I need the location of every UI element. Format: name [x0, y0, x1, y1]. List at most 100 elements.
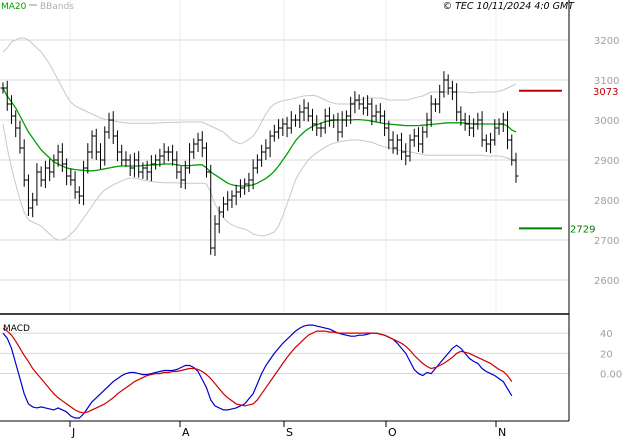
price-bar	[106, 112, 112, 139]
price-bar	[432, 98, 438, 112]
price-bar	[98, 143, 104, 170]
price-bar	[144, 160, 150, 180]
price-bar	[259, 144, 265, 167]
price-bar	[25, 174, 31, 216]
price-bar	[81, 160, 87, 206]
price-tick-label: 3000	[594, 116, 619, 127]
macd-lines	[2, 324, 513, 419]
price-bar	[386, 120, 392, 150]
price-bar	[437, 84, 443, 114]
ma20-polyline	[2, 87, 517, 187]
price-bar	[17, 120, 23, 154]
price-bar	[280, 118, 286, 136]
price-bar	[178, 166, 184, 188]
price-bar	[131, 152, 137, 178]
price-bar	[420, 126, 426, 154]
price-bar	[263, 139, 269, 160]
resistance-label: 3073	[593, 87, 618, 98]
price-bar	[89, 130, 95, 159]
price-tick-label: 2900	[594, 156, 619, 167]
price-bar	[356, 94, 362, 110]
price-axis-labels: 2600 2700 2800 2900 3000 3100 3200	[594, 36, 619, 287]
stock-chart: 3073 2729 2600 2700 2800 2900 3000 3100 3200 0.…	[0, 0, 622, 439]
price-bar	[496, 118, 502, 135]
price-bar	[161, 143, 167, 164]
price-bar	[208, 164, 214, 255]
month-label: A	[182, 426, 190, 439]
macd-gridlines	[0, 332, 569, 375]
source-timestamp: © TEC 10/11/2024 4:0 GMT	[443, 1, 576, 12]
macd-tick-label: 0.00	[600, 370, 622, 381]
price-bar	[411, 128, 417, 147]
price-bar	[390, 131, 396, 154]
price-bar	[373, 104, 379, 122]
price-bar	[394, 134, 400, 155]
price-bar	[114, 130, 120, 162]
month-label: S	[286, 426, 293, 439]
price-bar	[318, 122, 324, 138]
price-bar	[229, 190, 235, 208]
price-bar	[195, 132, 201, 152]
macd-axis-labels: 0.00 20 40	[600, 329, 622, 380]
month-label: N	[498, 426, 506, 439]
price-bar	[119, 144, 125, 166]
price-bar	[30, 192, 36, 218]
price-bar	[288, 111, 294, 134]
price-bar	[403, 143, 409, 166]
price-bar	[4, 80, 10, 111]
price-bar	[199, 131, 205, 158]
price-bar	[216, 206, 222, 234]
price-bar	[148, 155, 154, 182]
price-bar	[301, 99, 307, 122]
price-bar	[488, 132, 494, 154]
price-bar	[110, 111, 116, 144]
price-bar	[449, 80, 455, 100]
price-bar	[479, 111, 485, 147]
price-bar	[42, 160, 48, 188]
price-bar	[399, 132, 405, 160]
price-bar	[93, 128, 99, 160]
macd-tick-label: 40	[600, 329, 613, 340]
price-bar	[64, 158, 70, 186]
price-bar	[454, 83, 460, 122]
price-tick-label: 2800	[594, 196, 619, 207]
price-bar	[475, 112, 481, 130]
legend: MA20 BBands	[1, 2, 74, 12]
price-tick-label: 3100	[594, 76, 619, 87]
price-tick-label: 2700	[594, 236, 619, 247]
price-bar	[267, 130, 273, 158]
month-label: J	[71, 426, 75, 439]
price-bar	[500, 112, 506, 132]
price-bar	[76, 186, 82, 204]
price-bar	[343, 110, 349, 127]
support-label: 2729	[570, 224, 595, 235]
month-label: O	[388, 426, 397, 439]
price-bar	[13, 110, 19, 138]
price-bar	[225, 191, 231, 211]
price-bar	[352, 91, 358, 114]
price-bar	[466, 115, 472, 136]
bb-upper-line	[2, 37, 517, 145]
price-bar	[505, 111, 511, 150]
price-bar	[492, 119, 498, 146]
bollinger-bands	[2, 37, 517, 241]
price-bars	[0, 71, 519, 256]
price-bar	[170, 144, 176, 166]
price-bar	[34, 163, 40, 206]
price-bar	[271, 124, 277, 142]
macd-tick-label: 20	[600, 349, 613, 360]
price-bar	[123, 151, 129, 167]
price-bar	[335, 112, 341, 142]
price-bar	[297, 104, 303, 128]
price-bar	[187, 143, 193, 174]
price-bar	[407, 134, 413, 162]
price-bar	[153, 154, 159, 170]
price-bar	[38, 166, 44, 187]
price-bar	[246, 172, 252, 192]
legend-ma20: MA20	[1, 2, 27, 12]
price-bar	[136, 151, 142, 178]
price-bar	[471, 118, 477, 138]
price-bar	[47, 159, 53, 182]
legend-bbands: BBands	[40, 2, 74, 12]
price-bar	[415, 127, 421, 152]
